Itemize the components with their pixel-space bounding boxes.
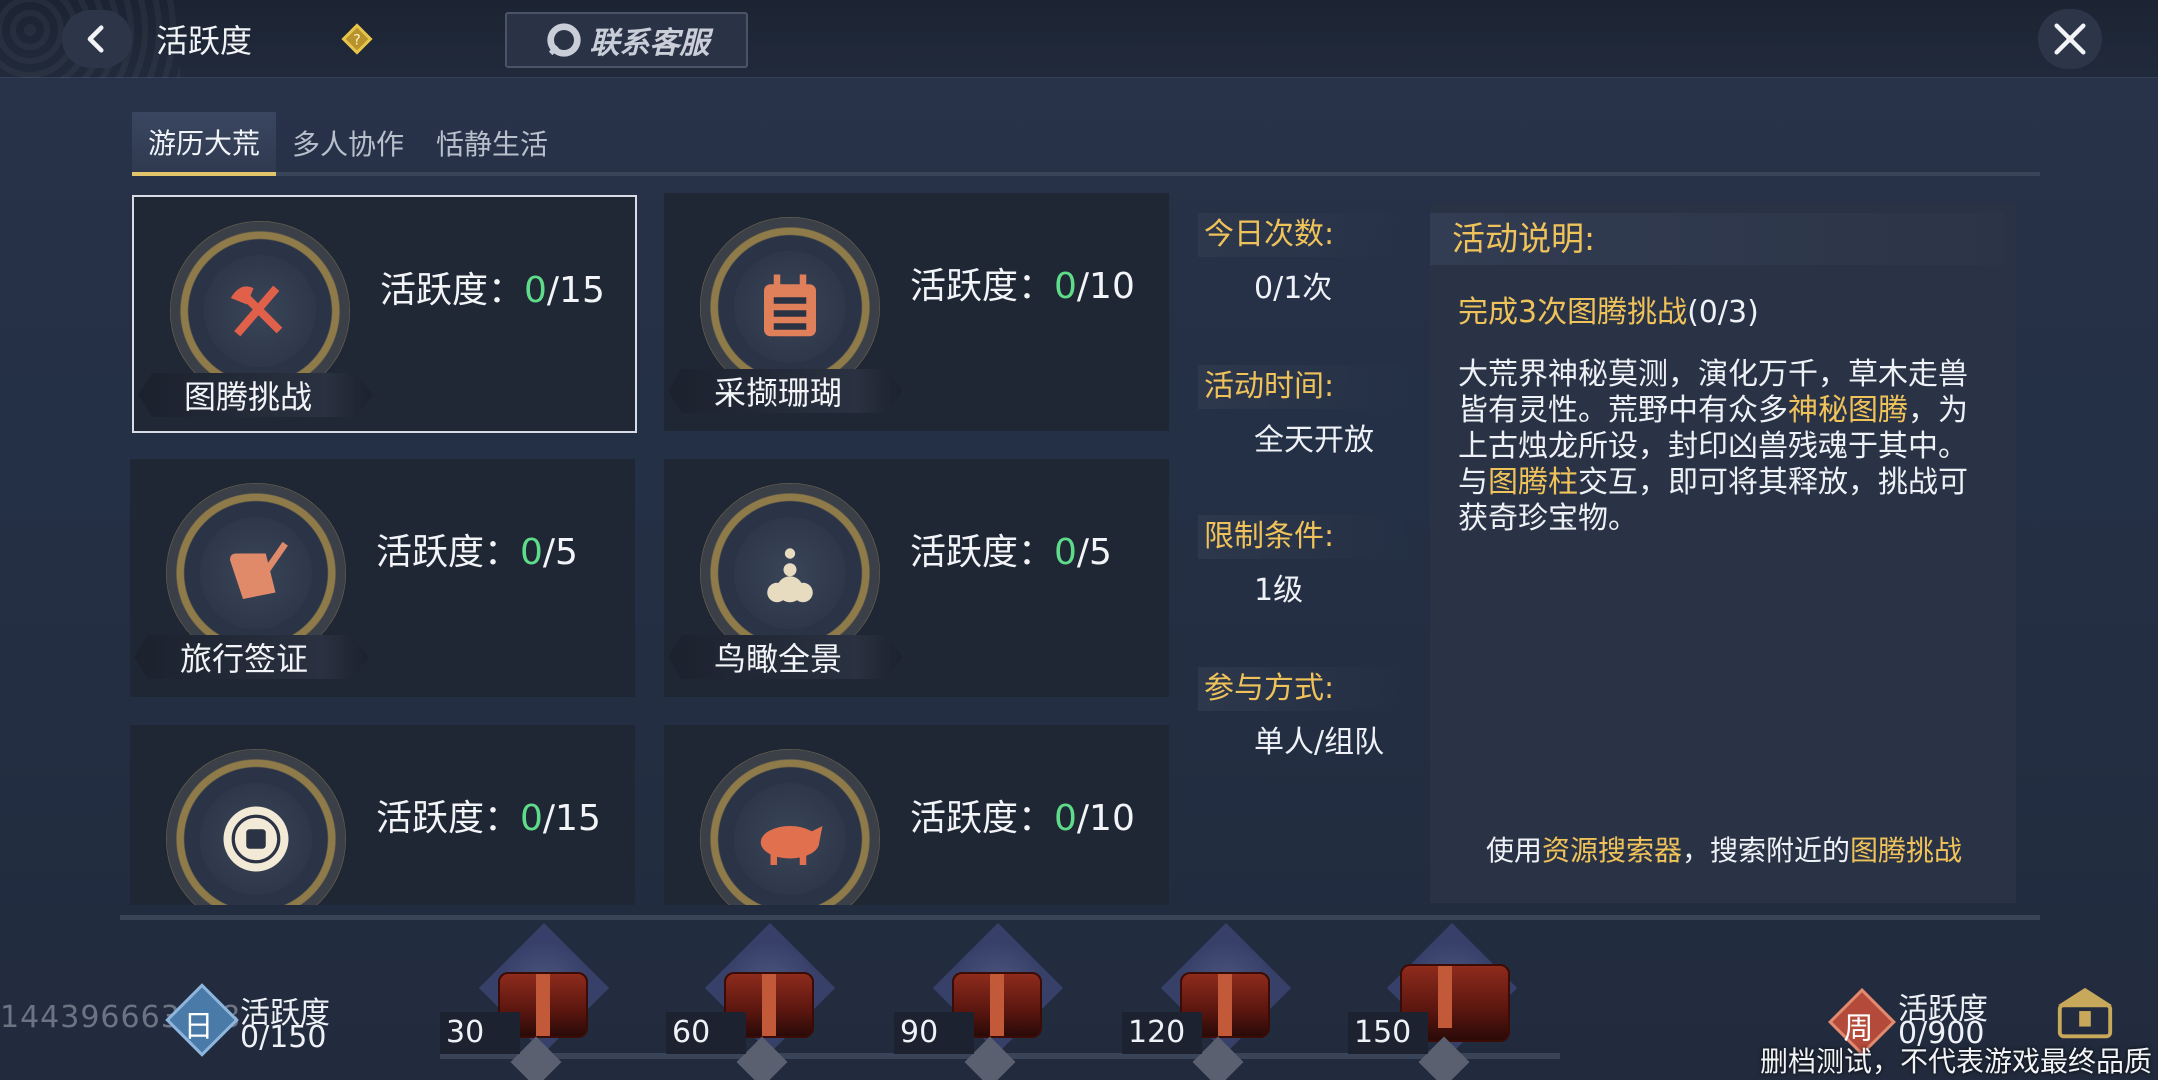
task-card-totem-challenge[interactable]: 图腾挑战 活跃度：0/15: [132, 195, 637, 433]
reward-chest-30[interactable]: 30: [440, 922, 610, 1080]
daily-count-value: 0/1次: [1254, 271, 1333, 306]
task-activity: 活跃度：0/10: [910, 266, 1135, 307]
customer-service-button[interactable]: 联系客服: [505, 12, 748, 68]
mode-label: 参与方式:: [1198, 667, 1408, 711]
task-card-6[interactable]: 活跃度：0/10: [664, 725, 1169, 905]
description-heading: 活动说明:: [1430, 213, 2004, 265]
task-activity: 活跃度：0/5: [910, 532, 1112, 573]
axe-sword-icon: [230, 285, 283, 337]
chest-threshold: 120: [1122, 1012, 1202, 1054]
tab-bar: 游历大荒 多人协作 恬静生活: [132, 112, 565, 176]
task-activity: 活跃度：0/15: [380, 270, 605, 311]
task-activity: 活跃度：0/5: [376, 532, 578, 573]
task-medal: [166, 749, 346, 905]
task-card-5[interactable]: 活跃度：0/15: [130, 725, 635, 905]
task-medal: [700, 749, 880, 905]
close-button[interactable]: [2038, 9, 2102, 69]
task-activity: 活跃度：0/10: [910, 798, 1135, 839]
task-activity: 活跃度：0/15: [376, 798, 601, 839]
test-disclaimer: 删档测试，不代表游戏最终品质: [1760, 1045, 2153, 1078]
daily-activity-value: 0/150: [240, 1020, 327, 1055]
bottom-divider: [120, 915, 2040, 920]
customer-service-label: 联系客服: [589, 26, 710, 61]
daily-badge-icon: 日: [165, 983, 239, 1057]
help-diamond-icon[interactable]: ?: [340, 22, 374, 56]
tab-duoren-xiezuo[interactable]: 多人协作: [276, 112, 421, 176]
reward-chest-90[interactable]: 90: [894, 922, 1064, 1080]
stone-pile-icon: [767, 548, 813, 603]
chest-threshold: 90: [894, 1012, 974, 1054]
chevron-left-icon: [87, 25, 104, 53]
page-title: 活跃度: [156, 22, 253, 60]
time-label: 活动时间:: [1198, 365, 1408, 409]
mode-value: 单人/组队: [1254, 725, 1385, 760]
chest-threshold: 150: [1348, 1012, 1428, 1054]
crossed-swords-close-icon: [2054, 23, 2086, 55]
task-name: 图腾挑战: [138, 373, 373, 417]
daily-count-label: 今日次数:: [1198, 213, 1408, 257]
time-value: 全天开放: [1254, 423, 1374, 458]
totem-challenge-link[interactable]: 图腾挑战: [1850, 834, 1962, 867]
weekly-chest-icon[interactable]: [2050, 982, 2120, 1044]
task-name: 旅行签证: [134, 635, 369, 679]
svg-text:?: ?: [353, 33, 361, 49]
limit-value: 1级: [1254, 573, 1304, 608]
reward-chest-120[interactable]: 120: [1122, 922, 1292, 1080]
task-name: 鸟瞰全景: [668, 635, 903, 679]
headset-bubble-icon: [546, 23, 581, 57]
chest-threshold: 60: [666, 1012, 746, 1054]
description-panel: 活动说明: 完成3次图腾挑战(0/3) 大荒界神秘莫测，演化万千，草木走兽皆有灵…: [1430, 203, 2016, 903]
search-tip: 使用资源搜索器，搜索附近的图腾挑战: [1486, 834, 1963, 867]
task-card-travel-visa[interactable]: 旅行签证 活跃度：0/5: [130, 459, 635, 697]
task-grid: 图腾挑战 活跃度：0/15 采撷珊瑚 活跃度：0/10 旅行签证 活跃度：0/5…: [130, 193, 1170, 905]
description-body: 大荒界神秘莫测，演化万千，草木走兽皆有灵性。荒野中有众多神秘图腾，为上古烛龙所设…: [1458, 357, 1968, 536]
limit-label: 限制条件:: [1198, 515, 1408, 559]
task-card-coral-gathering[interactable]: 采撷珊瑚 活跃度：0/10: [664, 193, 1169, 431]
tab-youli-dahuang[interactable]: 游历大荒: [132, 112, 277, 176]
chest-threshold: 30: [440, 1012, 520, 1054]
task-card-panorama[interactable]: 鸟瞰全景 活跃度：0/5: [664, 459, 1169, 697]
activity-screen: 活跃度 ? 联系客服 游历大荒 多人协作 恬静生活 图腾挑战 活跃度：0/15 …: [0, 0, 2158, 1080]
scroll-quill-icon: [230, 541, 288, 599]
back-button[interactable]: [62, 10, 132, 68]
task-name: 采撷珊瑚: [668, 369, 903, 413]
top-bar: 活跃度 ? 联系客服: [0, 0, 2158, 78]
coin-icon: [223, 806, 289, 872]
reward-chest-150[interactable]: 150: [1348, 922, 1518, 1080]
description-goal: 完成3次图腾挑战(0/3): [1458, 295, 1759, 330]
boar-icon: [760, 826, 823, 865]
calendar-icon: [764, 274, 816, 337]
reward-chest-60[interactable]: 60: [666, 922, 836, 1080]
resource-searcher-link[interactable]: 资源搜索器: [1542, 834, 1682, 867]
tab-tianjing-shenghuo[interactable]: 恬静生活: [420, 112, 565, 176]
activity-info: 今日次数: 0/1次 活动时间: 全天开放 限制条件: 1级 参与方式: 单人/…: [1188, 193, 1418, 905]
